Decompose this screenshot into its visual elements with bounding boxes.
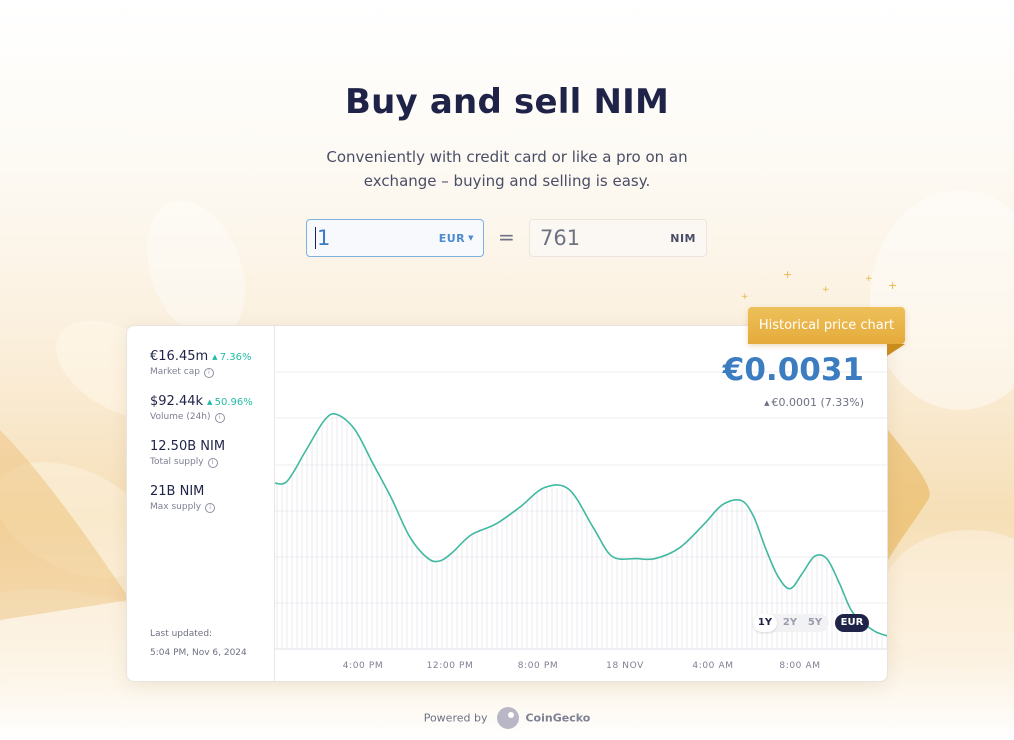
chart-currency-button[interactable]: EUR [835,614,869,632]
info-icon[interactable]: i [203,368,214,378]
price-chart[interactable]: €0.0031 ▲ €0.0001 (7.33%) 1Y 2Y 5Y EUR 4:… [275,326,887,681]
stat-value: €16.45m [150,349,209,364]
stat-label: Volume (24h) [150,412,211,422]
current-price: €0.0031 [722,352,864,388]
page-title: Buy and sell NIM [344,82,670,122]
stat-value: $92.44k [150,394,204,409]
stat-label: Max supply [150,502,202,512]
price-card: €16.45m ▲ 7.36% Market cap i $92.44k ▲ 50.9… [126,325,888,682]
stat-change-value: 50.96% [214,397,253,408]
x-tick-label: 4:00 PM [342,661,384,671]
from-amount-field[interactable]: 1 EUR ▼ [306,219,484,257]
chevron-down-icon: ▼ [468,234,474,242]
text-caret [315,227,316,249]
info-icon[interactable]: i [214,413,225,423]
badge-fold [887,344,905,356]
price-change: ▲ €0.0001 (7.33%) [764,396,864,409]
sparkle-decoration: + + + + + [738,266,908,306]
range-5y-button[interactable]: 5Y [803,614,827,632]
sparkle-icon: + [888,279,898,292]
stat-value: 21B NIM [150,484,205,499]
stat-label: Total supply [150,457,204,467]
range-1y-button[interactable]: 1Y [753,614,777,632]
to-amount-field[interactable]: 761 NIM [529,219,707,257]
info-icon[interactable]: i [205,503,216,513]
x-tick-label: 4:00 AM [692,661,734,671]
powered-by-label: Powered by [423,711,488,725]
x-tick-label: 8:00 AM [779,661,821,671]
last-updated-label: Last updated: [150,629,213,639]
up-triangle-icon: ▲ [207,398,215,406]
range-2y-button[interactable]: 2Y [778,614,802,632]
page-subtitle: Conveniently with credit card or like a … [326,148,688,190]
stat-volume: $92.44k ▲ 50.96% Volume (24h) i [150,394,253,423]
from-amount-value[interactable]: 1 [317,226,330,250]
from-currency-label: EUR [438,232,466,245]
stat-change: ▲ 7.36% [212,352,251,363]
stat-change: ▲ 50.96% [207,397,253,408]
x-tick-label: 12:00 PM [426,661,474,671]
up-triangle-icon: ▲ [212,353,220,361]
stat-change-value: 7.36% [219,352,252,363]
stat-market-cap: €16.45m ▲ 7.36% Market cap i [150,349,252,378]
stat-total-supply: 12.50B NIM Total supply i [150,439,225,468]
x-tick-label: 18 NOV [606,661,644,671]
historical-chart-badge: Historical price chart [748,307,905,344]
stat-max-supply: 21B NIM Max supply i [150,484,216,513]
sparkle-icon: + [865,274,873,284]
sparkle-icon: + [783,268,793,281]
price-change-value: €0.0001 (7.33%) [771,396,864,409]
currency-converter: 1 EUR ▼ = 761 NIM [306,219,708,257]
sparkle-icon: + [822,285,830,295]
time-range-toggle: 1Y 2Y 5Y [753,614,829,632]
coingecko-logo-icon [496,707,519,729]
equals-sign: = [498,225,515,249]
sparkle-icon: + [741,292,749,302]
to-currency-label: NIM [670,232,696,245]
x-tick-label: 8:00 PM [517,661,559,671]
info-icon[interactable]: i [207,458,218,468]
coingecko-link[interactable]: CoinGecko [525,712,590,725]
stat-label: Market cap [150,367,200,377]
powered-by: Powered by CoinGecko [0,707,1014,729]
last-updated-time: 5:04 PM, Nov 6, 2024 [150,648,247,658]
stat-value: 12.50B NIM [150,439,226,454]
to-amount-value[interactable]: 761 [540,226,580,250]
up-triangle-icon: ▲ [764,399,770,407]
from-currency-select[interactable]: EUR ▼ [439,232,474,245]
stats-sidebar: €16.45m ▲ 7.36% Market cap i $92.44k ▲ 50.9… [127,326,275,681]
